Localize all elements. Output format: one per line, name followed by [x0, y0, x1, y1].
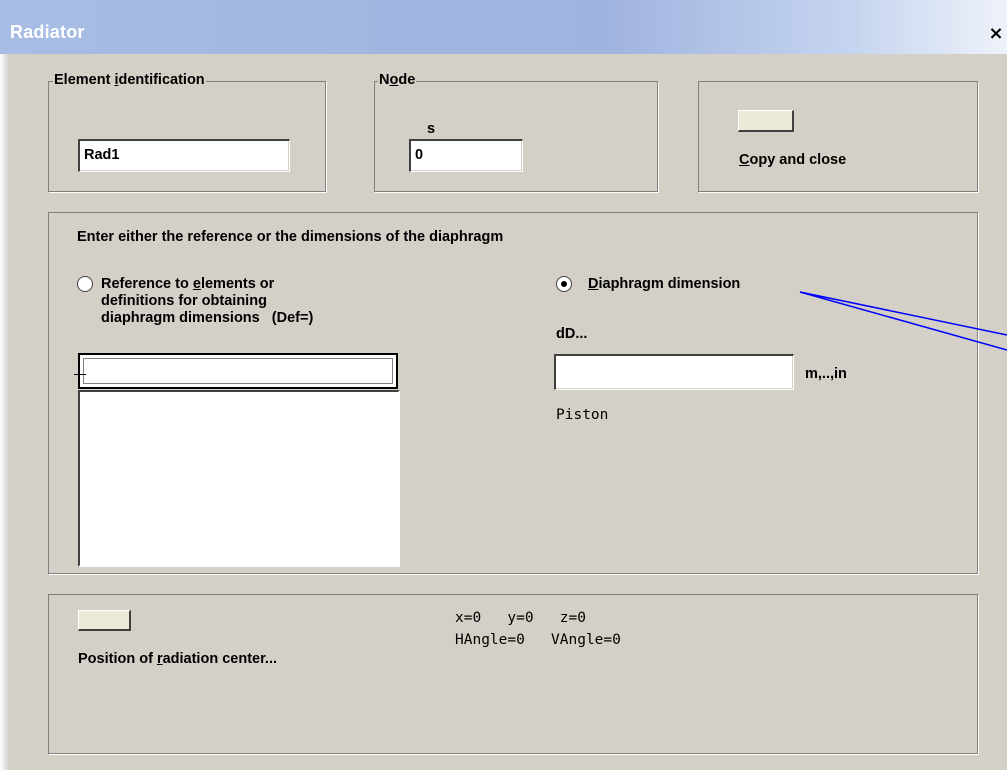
text-cursor — [74, 374, 86, 375]
node-s-label: s — [427, 121, 436, 137]
radiation-center-coords: x=0 y=0 z=0 — [455, 610, 586, 626]
window-title: Radiator — [10, 22, 85, 42]
element-identification-group — [48, 81, 326, 192]
dimension-unit-label: m,..,in — [805, 366, 847, 382]
node-legend: Node — [378, 72, 417, 88]
radiation-center-button[interactable] — [78, 610, 131, 631]
dimension-radio-label[interactable]: Diaphragm dimension — [588, 276, 740, 292]
reference-radio[interactable] — [77, 276, 93, 292]
legend-text: Element — [54, 72, 115, 88]
label-text: Reference to — [101, 276, 193, 292]
label-text: opy and close — [749, 152, 847, 168]
diaphragm-instruction: Enter either the reference or the dimens… — [77, 229, 504, 245]
dimension-radio[interactable] — [556, 276, 572, 292]
copy-and-close-button[interactable] — [738, 110, 794, 132]
label-mnemonic: D — [588, 276, 599, 292]
node-s-input[interactable]: 0 — [409, 139, 523, 172]
radio-selected-dot — [561, 281, 567, 287]
label-text: adiation center... — [162, 651, 278, 667]
label-text: iaphragm dimension — [598, 276, 741, 292]
close-icon[interactable]: × — [985, 24, 1007, 46]
legend-mnemonic: o — [389, 72, 399, 88]
legend-text: dentification — [118, 72, 205, 88]
radiation-center-label: Position of radiation center... — [78, 651, 277, 667]
reference-radio-label-line3: diaphragm dimensions (Def=) — [101, 310, 314, 326]
copy-and-close-label: Copy and close — [739, 152, 846, 168]
reference-radio-label-line2: definitions for obtaining — [101, 293, 267, 309]
reference-radio-label[interactable]: Reference to elements or — [101, 276, 274, 292]
legend-text: de — [398, 72, 416, 88]
label-mnemonic: e — [192, 276, 201, 292]
element-identification-legend: Element identification — [53, 72, 206, 88]
diaphragm-dimension-input[interactable] — [554, 354, 794, 390]
label-text: lements or — [200, 276, 275, 292]
reference-list[interactable] — [78, 390, 400, 567]
radiation-center-angles: HAngle=0 VAngle=0 — [455, 632, 621, 648]
radiator-dialog: Radiator × Element identification Rad1 N… — [0, 0, 1007, 770]
label-text: Position of — [78, 651, 157, 667]
reference-input-focus — [83, 358, 393, 384]
node-group — [374, 81, 658, 192]
copy-close-group — [698, 81, 978, 192]
title-bar[interactable]: Radiator × — [0, 0, 1007, 54]
element-id-input[interactable]: Rad1 — [78, 139, 290, 172]
window-edge — [0, 54, 9, 770]
diaphragm-type-text: Piston — [556, 407, 609, 423]
reference-input[interactable] — [78, 353, 398, 389]
label-mnemonic: C — [739, 152, 750, 168]
legend-text: N — [379, 72, 390, 88]
dd-label: dD... — [556, 326, 588, 342]
